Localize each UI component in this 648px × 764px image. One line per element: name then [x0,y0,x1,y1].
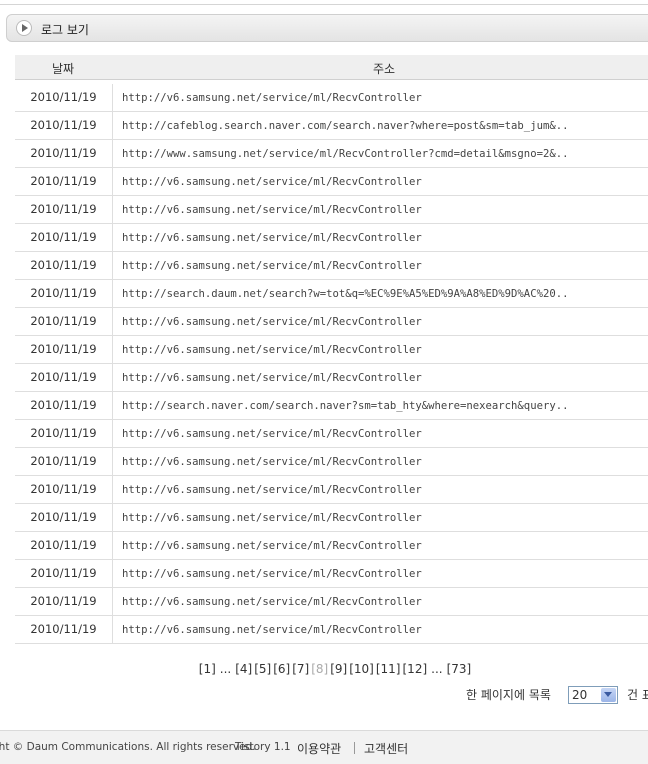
per-page-suffix: 건 표 [627,688,648,702]
footer-version: Tistory 1.1 [235,741,291,753]
log-view-title: 로그 보기 [41,23,89,37]
row-url-link[interactable]: http://v6.samsung.net/service/ml/RecvCon… [122,224,648,251]
per-page-value: 20 [572,688,588,702]
row-date: 2010/11/19 [15,84,113,111]
row-url-link[interactable]: http://v6.samsung.net/service/ml/RecvCon… [122,616,648,643]
log-table-body: 2010/11/19 http://v6.samsung.net/service/… [15,84,648,644]
row-date: 2010/11/19 [15,504,113,531]
page-link-first[interactable]: [1] [199,662,216,676]
per-page-label: 한 페이지에 목록 [466,688,551,702]
table-row: 2010/11/19 http://v6.samsung.net/service/… [15,84,648,112]
table-row: 2010/11/19 http://v6.samsung.net/service/… [15,560,648,588]
row-url-link[interactable]: http://v6.samsung.net/service/ml/RecvCon… [122,504,648,531]
row-date: 2010/11/19 [15,532,113,559]
table-row: 2010/11/19 http://cafeblog.search.naver.c… [15,112,648,140]
footer-terms-link[interactable]: 이용약관 [297,740,341,757]
table-row: 2010/11/19 http://www.samsung.net/service… [15,140,648,168]
table-row: 2010/11/19 http://v6.samsung.net/service/… [15,196,648,224]
table-row: 2010/11/19 http://v6.samsung.net/service/… [15,308,648,336]
table-row: 2010/11/19 http://v6.samsung.net/service/… [15,252,648,280]
row-url-link[interactable]: http://v6.samsung.net/service/ml/RecvCon… [122,532,648,559]
row-date: 2010/11/19 [15,476,113,503]
page-link[interactable]: [10] [349,662,374,676]
row-date: 2010/11/19 [15,112,113,139]
top-divider [0,0,648,5]
row-date: 2010/11/19 [15,560,113,587]
table-row: 2010/11/19 http://v6.samsung.net/service/… [15,448,648,476]
row-url-link[interactable]: http://v6.samsung.net/service/ml/RecvCon… [122,252,648,279]
row-date: 2010/11/19 [15,252,113,279]
row-date: 2010/11/19 [15,224,113,251]
row-date: 2010/11/19 [15,336,113,363]
page-link[interactable]: [5] [254,662,271,676]
row-date: 2010/11/19 [15,364,113,391]
per-page-select[interactable]: 20 [568,686,618,704]
table-row: 2010/11/19 http://v6.samsung.net/service/… [15,168,648,196]
date-column-header: 날짜 [52,62,75,76]
row-url-link[interactable]: http://v6.samsung.net/service/ml/RecvCon… [122,196,648,223]
row-url-link[interactable]: http://v6.samsung.net/service/ml/RecvCon… [122,84,648,111]
page-ellipsis: ... [431,662,443,676]
row-date: 2010/11/19 [15,392,113,419]
log-table-header: 날짜 주소 [15,55,648,80]
table-row: 2010/11/19 http://v6.samsung.net/service/… [15,336,648,364]
address-column-header: 주소 [373,62,396,76]
table-row: 2010/11/19 http://v6.samsung.net/service/… [15,420,648,448]
table-row: 2010/11/19 http://v6.samsung.net/service/… [15,616,648,644]
chevron-down-icon[interactable] [601,688,616,702]
table-row: 2010/11/19 http://v6.samsung.net/service/… [15,532,648,560]
page-link[interactable]: [9] [330,662,347,676]
footer-divider [354,742,355,754]
row-date: 2010/11/19 [15,196,113,223]
footer-support-link[interactable]: 고객센터 [364,740,408,757]
row-date: 2010/11/19 [15,420,113,447]
page-link[interactable]: [7] [292,662,309,676]
footer: ght © Daum Communications. All rights re… [0,730,648,764]
table-row: 2010/11/19 http://search.naver.com/search… [15,392,648,420]
table-row: 2010/11/19 http://search.daum.net/search?… [15,280,648,308]
row-date: 2010/11/19 [15,280,113,307]
play-arrow-icon[interactable] [16,20,32,36]
row-url-link[interactable]: http://cafeblog.search.naver.com/search.… [122,112,648,139]
row-url-link[interactable]: http://v6.samsung.net/service/ml/RecvCon… [122,168,648,195]
row-url-link[interactable]: http://v6.samsung.net/service/ml/RecvCon… [122,336,648,363]
table-row: 2010/11/19 http://v6.samsung.net/service/… [15,364,648,392]
row-date: 2010/11/19 [15,616,113,643]
row-url-link[interactable]: http://v6.samsung.net/service/ml/RecvCon… [122,588,648,615]
table-row: 2010/11/19 http://v6.samsung.net/service/… [15,476,648,504]
pagination: [1]... [4] [5] [6] [7] [8] [9] [10] [11] [12]...[… [0,662,648,676]
footer-copyright: ght © Daum Communications. All rights re… [0,741,256,753]
row-date: 2010/11/19 [15,308,113,335]
row-url-link[interactable]: http://www.samsung.net/service/ml/RecvCo… [122,140,648,167]
row-url-link[interactable]: http://v6.samsung.net/service/ml/RecvCon… [122,308,648,335]
page-ellipsis: ... [219,662,232,676]
table-row: 2010/11/19 http://v6.samsung.net/service/… [15,504,648,532]
page-current: [8] [311,662,329,676]
row-date: 2010/11/19 [15,168,113,195]
row-url-link[interactable]: http://v6.samsung.net/service/ml/RecvCon… [122,364,648,391]
row-url-link[interactable]: http://v6.samsung.net/service/ml/RecvCon… [122,560,648,587]
row-date: 2010/11/19 [15,448,113,475]
row-url-link[interactable]: http://search.naver.com/search.naver?sm=… [122,392,648,419]
row-url-link[interactable]: http://search.daum.net/search?w=tot&q=%E… [122,280,648,307]
row-date: 2010/11/19 [15,588,113,615]
row-url-link[interactable]: http://v6.samsung.net/service/ml/RecvCon… [122,476,648,503]
page-link-last[interactable]: [73] [447,662,472,676]
row-date: 2010/11/19 [15,140,113,167]
page-link[interactable]: [6] [273,662,290,676]
row-url-link[interactable]: http://v6.samsung.net/service/ml/RecvCon… [122,420,648,447]
row-url-link[interactable]: http://v6.samsung.net/service/ml/RecvCon… [122,448,648,475]
page-link[interactable]: [4] [235,662,252,676]
page-link[interactable]: [11] [376,662,401,676]
table-row: 2010/11/19 http://v6.samsung.net/service/… [15,588,648,616]
table-row: 2010/11/19 http://v6.samsung.net/service/… [15,224,648,252]
log-view-header[interactable]: 로그 보기 [6,14,648,42]
page-link[interactable]: [12] [403,662,428,676]
